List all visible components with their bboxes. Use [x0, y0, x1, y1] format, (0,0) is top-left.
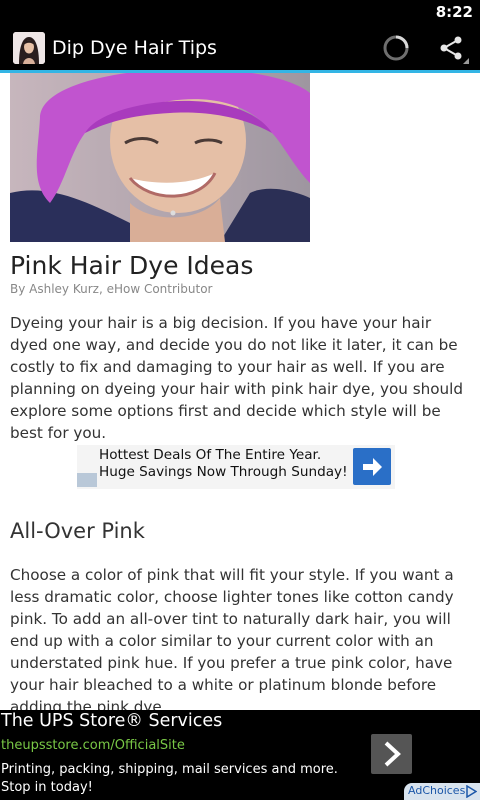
loading-spinner-icon	[382, 34, 410, 62]
ad-banner[interactable]: The UPS Store® Services theupsstore.com/…	[0, 710, 480, 800]
adchoices-badge[interactable]: AdChoices	[404, 783, 480, 800]
status-time: 8:22	[435, 3, 473, 21]
app-icon[interactable]	[13, 32, 45, 64]
share-icon	[440, 36, 469, 64]
article-byline[interactable]: By Ashley Kurz, eHow Contributor	[10, 282, 212, 296]
share-button[interactable]	[436, 33, 470, 67]
adchoices-icon	[466, 785, 477, 798]
status-bar: 8:22	[0, 0, 480, 25]
adchoices-icon[interactable]	[77, 473, 97, 487]
chevron-right-icon	[384, 741, 401, 767]
section-heading: All-Over Pink	[10, 519, 145, 543]
adchoices-label: AdChoices	[408, 784, 466, 797]
ad-title[interactable]: The UPS Store® Services	[1, 711, 222, 731]
article-content: Pink Hair Dye Ideas By Ashley Kurz, eHow…	[0, 73, 480, 710]
arrow-right-icon	[363, 458, 382, 476]
ad-url[interactable]: theupsstore.com/OfficialSite	[1, 738, 185, 753]
ad-description: Printing, packing, shipping, mail servic…	[1, 762, 338, 795]
hero-image	[10, 73, 310, 242]
inline-ad[interactable]: Hottest Deals Of The Entire Year. Huge S…	[77, 445, 395, 489]
inline-ad-line: Hottest Deals Of The Entire Year.	[99, 447, 322, 463]
article-paragraph: Dyeing your hair is a big decision. If y…	[10, 314, 464, 442]
app-title: Dip Dye Hair Tips	[52, 37, 217, 59]
article-title: Pink Hair Dye Ideas	[10, 251, 254, 280]
article-paragraph: Choose a color of pink that will fit you…	[10, 566, 454, 710]
ad-open-button[interactable]	[371, 734, 412, 774]
inline-ad-go-button[interactable]	[353, 448, 391, 485]
inline-ad-line: Huge Savings Now Through Sunday!	[99, 464, 348, 480]
